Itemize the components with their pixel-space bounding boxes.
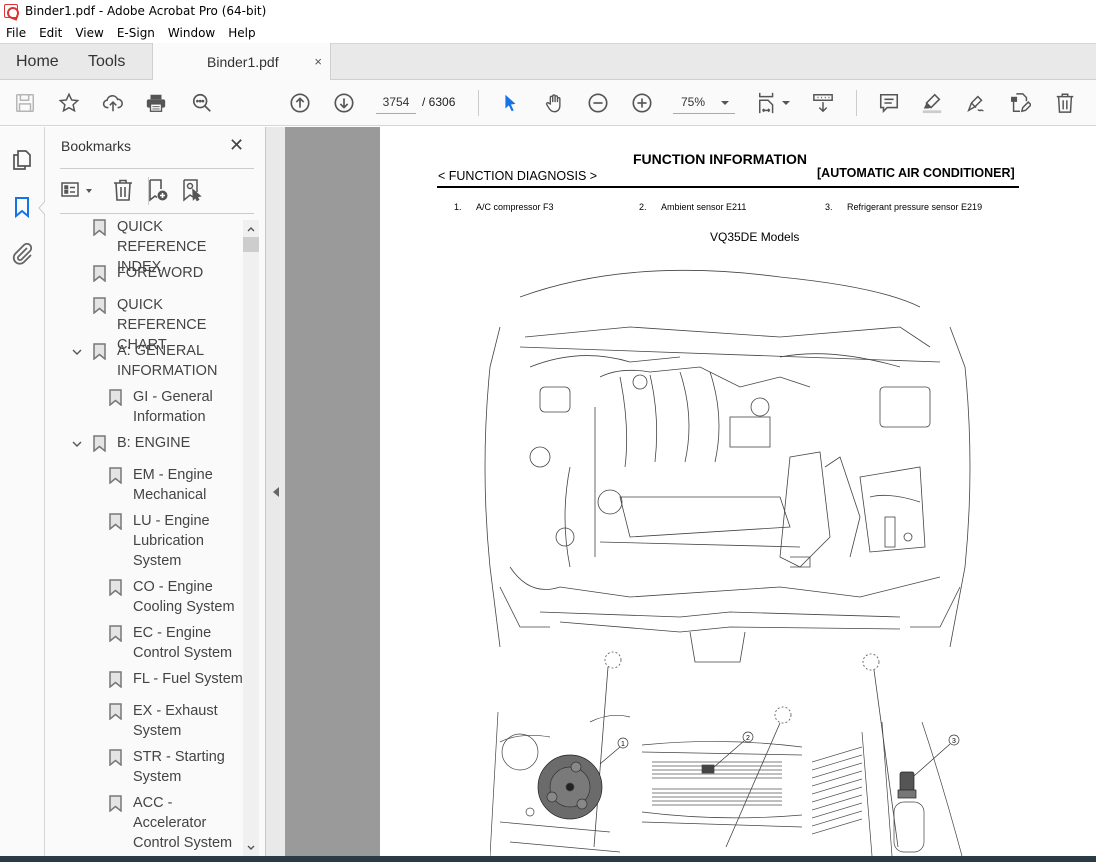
menu-esign[interactable]: E-Sign [117, 26, 155, 40]
chevron-down-icon [721, 101, 729, 105]
delete-bookmark-icon[interactable] [111, 178, 135, 202]
chevron-down-icon[interactable] [71, 438, 83, 450]
zoom-in-icon[interactable] [630, 91, 654, 115]
upload-cloud-icon[interactable] [101, 91, 125, 115]
bookmark-icon [93, 297, 106, 314]
title-bar: Binder1.pdf - Adobe Acrobat Pro (64-bit) [0, 0, 1096, 22]
save-icon[interactable] [13, 91, 37, 115]
menu-help[interactable]: Help [228, 26, 255, 40]
select-cursor-icon[interactable] [498, 91, 522, 115]
divider [60, 213, 254, 214]
fit-page-chevron-icon[interactable] [782, 101, 790, 105]
callout-3: 3 [952, 738, 956, 745]
collapse-arrow-icon[interactable] [273, 487, 279, 497]
bookmark-icon [109, 625, 122, 642]
menu-view[interactable]: View [75, 26, 103, 40]
divider [60, 168, 254, 169]
bookmarks-title: Bookmarks [61, 138, 132, 154]
scroll-up-icon[interactable] [246, 224, 256, 234]
bookmark-tree: QUICK REFERENCE INDEX FOREWORD QUICK REF… [60, 215, 243, 859]
tab-bar: Home Tools Binder1.pdf × [0, 43, 1096, 81]
close-tab-icon[interactable]: × [314, 54, 322, 69]
window-title: Binder1.pdf - Adobe Acrobat Pro (64-bit) [25, 4, 267, 18]
ambient-sensor-detail-inset: 2 [642, 731, 802, 828]
acrobat-app-icon [4, 4, 18, 18]
bookmark-icon [109, 795, 122, 812]
scroll-mode-icon[interactable] [811, 91, 835, 115]
bookmarks-scrollbar[interactable] [243, 220, 259, 857]
scroll-down-icon[interactable] [246, 843, 256, 853]
zoom-level-select[interactable]: 75% [673, 92, 735, 114]
scrollbar-thumb[interactable] [243, 237, 259, 252]
print-icon[interactable] [144, 91, 168, 115]
page-total: / 6306 [422, 95, 456, 109]
hand-icon[interactable] [542, 91, 566, 115]
models-subtitle: VQ35DE Models [710, 230, 800, 244]
menu-window[interactable]: Window [168, 26, 215, 40]
sign-icon[interactable] [964, 91, 988, 115]
zoom-out-icon[interactable] [586, 91, 610, 115]
page-number-input[interactable]: 3754 [376, 92, 416, 114]
bookmark-icon [109, 467, 122, 484]
bookmark-icon [109, 671, 122, 688]
new-bookmark-icon[interactable] [145, 178, 169, 202]
page-thumbnails-icon[interactable] [10, 148, 34, 172]
bookmark-star-icon[interactable] [57, 91, 81, 115]
bookmark-icon [109, 749, 122, 766]
page-down-icon[interactable] [332, 91, 356, 115]
callout-1: 1 [621, 741, 625, 748]
bookmark-icon [93, 343, 106, 360]
page-heading: FUNCTION INFORMATION [633, 151, 807, 167]
callout-2: 2 [746, 735, 750, 742]
close-panel-icon[interactable]: ✕ [229, 135, 244, 156]
bookmark-icon [109, 579, 122, 596]
toolbar-divider [856, 90, 857, 116]
left-rail [0, 127, 48, 862]
bookmark-icon [109, 703, 122, 720]
chevron-down-icon[interactable] [71, 346, 83, 358]
menu-bar: File Edit View E-Sign Window Help [0, 22, 1096, 43]
delete-icon[interactable] [1053, 91, 1077, 115]
bookmark-icon [109, 513, 122, 530]
comment-icon[interactable] [877, 91, 901, 115]
bookmarks-panel-icon[interactable] [10, 195, 34, 219]
bookmark-icon [93, 435, 106, 452]
pdf-page: FUNCTION INFORMATION < FUNCTION DIAGNOSI… [380, 127, 1096, 856]
taskbar-edge [0, 856, 1096, 862]
fit-page-icon[interactable] [756, 91, 780, 115]
tab-document-label: Binder1.pdf [207, 54, 279, 70]
zoom-level-value: 75% [681, 95, 706, 109]
search-zoom-icon[interactable] [190, 91, 214, 115]
page-up-icon[interactable] [288, 91, 312, 115]
section-left-header: < FUNCTION DIAGNOSIS > [438, 169, 598, 183]
section-right-header: [AUTOMATIC AIR CONDITIONER] [817, 166, 1015, 180]
panel-collapse-strip[interactable] [265, 127, 285, 862]
menu-file[interactable]: File [6, 26, 26, 40]
attachments-icon[interactable] [10, 241, 34, 265]
options-chevron-icon[interactable] [86, 189, 92, 193]
tab-home[interactable]: Home [16, 44, 59, 80]
document-viewer[interactable]: FUNCTION INFORMATION < FUNCTION DIAGNOSI… [285, 127, 1096, 856]
header-rule [437, 186, 1019, 188]
legend-item: 2. Ambient sensor E211 [639, 202, 747, 212]
legend-item: 3. Refrigerant pressure sensor E219 [825, 202, 983, 212]
legend-item: 1. A/C compressor F3 [454, 202, 554, 212]
bookmark-icon [93, 219, 106, 236]
edit-pdf-icon[interactable] [1008, 91, 1032, 115]
highlight-icon[interactable] [920, 91, 944, 115]
bookmarks-panel: Bookmarks ✕ QUICK REFERENCE INDEX FOREWO… [45, 127, 265, 862]
tab-document[interactable]: Binder1.pdf × [152, 43, 331, 81]
options-menu-icon[interactable] [61, 178, 85, 202]
pressure-sensor-detail-inset: 3 [812, 722, 963, 856]
tab-tools[interactable]: Tools [88, 44, 125, 80]
compressor-detail-inset: 1 [490, 712, 630, 856]
toolbar-divider [478, 90, 479, 116]
bookmark-icon [93, 265, 106, 282]
menu-edit[interactable]: Edit [39, 26, 62, 40]
bookmark-icon [109, 389, 122, 406]
bookmark-from-selection-icon[interactable] [179, 178, 203, 202]
